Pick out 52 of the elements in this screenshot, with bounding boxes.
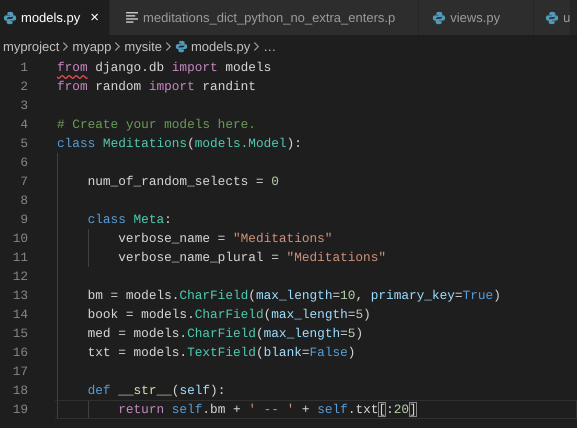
line-number: 7 — [19, 174, 28, 189]
line-number: 18 — [12, 383, 28, 398]
line-number: 1 — [19, 60, 28, 75]
code-line: class Meta: — [86, 212, 172, 227]
editor-tab[interactable]: models.py × — [0, 0, 110, 35]
line-number: 2 — [19, 79, 28, 94]
line-number: 15 — [12, 326, 28, 341]
line-number: 5 — [19, 136, 28, 151]
code-line: med = models.CharField(max_length=5) — [86, 326, 364, 341]
editor-tab[interactable]: meditations_dict_python_no_extra_enters.p — [110, 0, 420, 35]
line-number: 10 — [12, 231, 28, 246]
editor-tab[interactable]: views.py — [419, 0, 534, 35]
line-number: 13 — [12, 288, 28, 303]
line-number: 12 — [12, 269, 28, 284]
line-number: 19 — [12, 402, 28, 417]
python-icon — [545, 10, 560, 24]
python-icon — [174, 40, 188, 52]
breadcrumb-item[interactable]: models.py — [190, 38, 250, 54]
lines-icon — [126, 12, 140, 23]
chevron-right-icon — [164, 40, 172, 52]
line-number: 11 — [12, 250, 28, 265]
code-line: from random import randint — [57, 79, 256, 94]
line-number: 4 — [19, 117, 28, 132]
code-line: verbose_name_plural = "Meditations" — [117, 250, 386, 265]
code-line: return self.bm + ' -- ' + self.txt[:20] — [117, 402, 417, 417]
code-line: txt = models.TextField(blank=False) — [86, 345, 356, 360]
code-line: def __str__(self): — [86, 383, 226, 398]
python-icon — [432, 10, 446, 24]
code-line: # Create your models here. — [57, 117, 256, 132]
code-line: verbose_name = "Meditations" — [117, 231, 332, 246]
close-icon[interactable]: × — [90, 9, 100, 26]
editor-tab[interactable]: u — [534, 0, 572, 35]
code-line: class Meditations(models.Model): — [57, 136, 302, 151]
line-number: 6 — [19, 155, 28, 170]
line-number: 17 — [12, 364, 28, 379]
line-number: 16 — [12, 345, 28, 360]
chevron-right-icon — [114, 40, 122, 52]
line-number: 14 — [12, 307, 28, 322]
breadcrumb-item[interactable]: myapp — [72, 38, 112, 54]
breadcrumb-item[interactable]: mysite — [124, 38, 162, 54]
chevron-right-icon — [62, 40, 70, 52]
chevron-right-icon — [253, 40, 260, 52]
breadcrumb-item[interactable]: … — [263, 38, 276, 54]
line-number: 8 — [19, 193, 28, 208]
breadcrumb-item[interactable]: myproject — [3, 38, 60, 54]
python-icon — [3, 10, 17, 24]
line-number: 9 — [19, 212, 28, 227]
code-line: from django.db import models — [57, 60, 272, 75]
code-line: num_of_random_selects = 0 — [86, 174, 279, 189]
line-number: 3 — [19, 98, 28, 113]
code-line: bm = models.CharField(max_length=10, primary_key=True) — [86, 288, 501, 303]
code-line: book = models.CharField(max_length=5) — [86, 307, 371, 322]
